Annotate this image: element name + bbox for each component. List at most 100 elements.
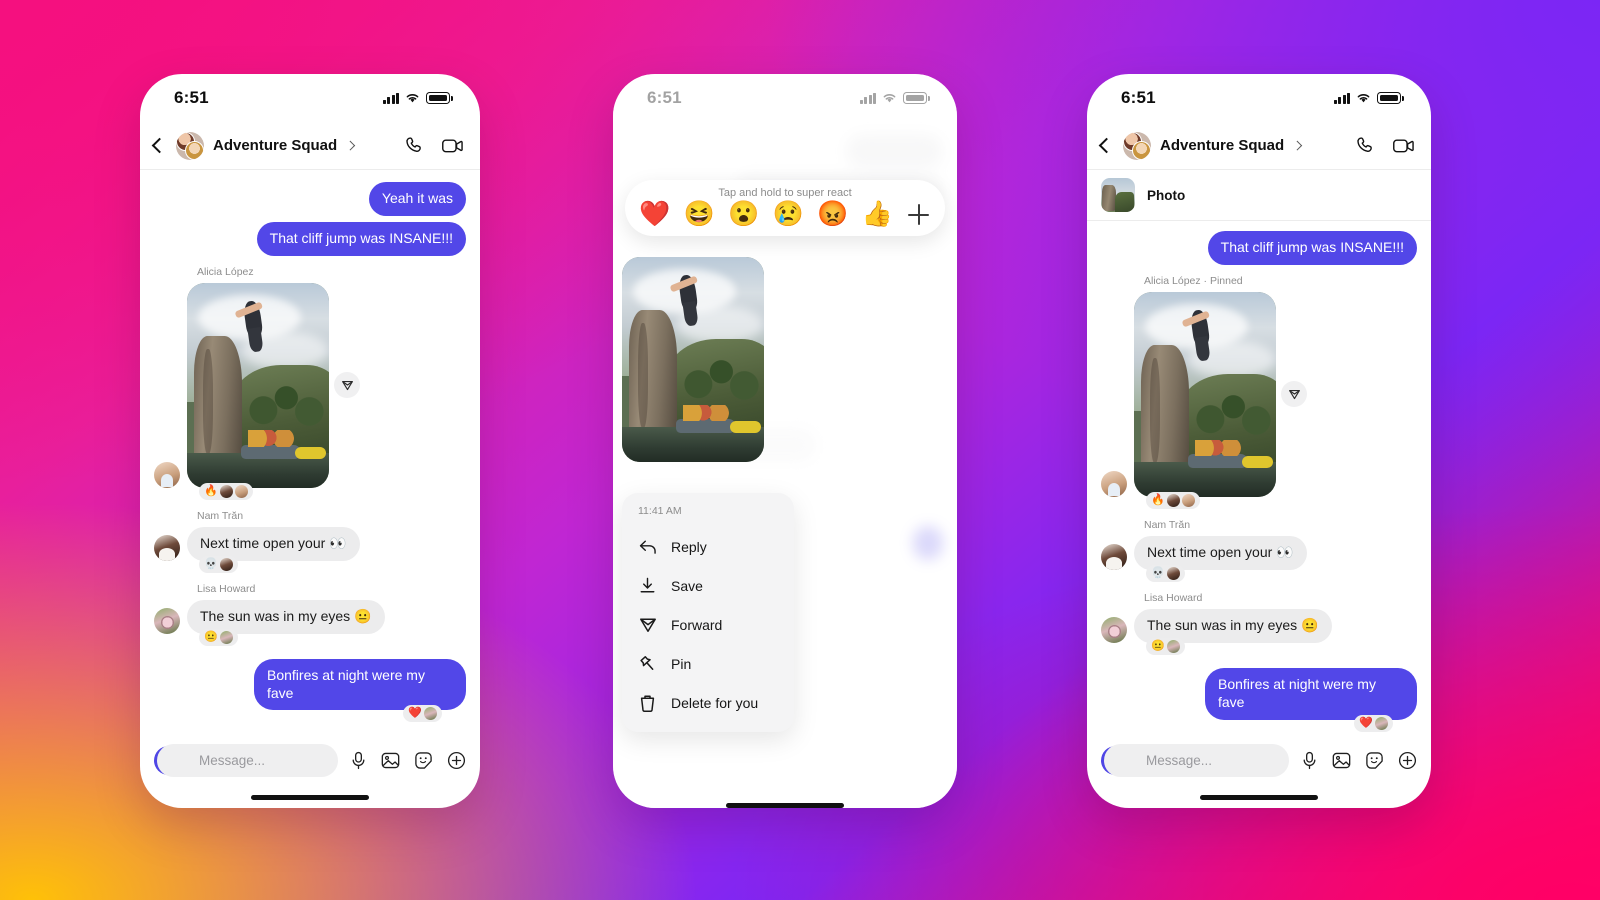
reaction-pill[interactable]: 🔥 xyxy=(1146,491,1200,509)
context-menu-item-reply[interactable]: Reply xyxy=(622,527,794,566)
trash-icon xyxy=(638,693,657,712)
reaction-wow[interactable]: 😮 xyxy=(728,202,759,227)
plus-icon[interactable] xyxy=(447,751,466,770)
microphone-icon[interactable] xyxy=(1301,751,1318,770)
phone-call-icon[interactable] xyxy=(1355,135,1376,156)
reaction-row[interactable]: 💀 xyxy=(1140,564,1417,582)
cliff-jump-photo[interactable] xyxy=(187,282,329,488)
back-button[interactable] xyxy=(151,137,168,154)
avatar[interactable] xyxy=(1101,543,1127,570)
message-input[interactable]: Message... xyxy=(157,743,338,777)
photo-message[interactable] xyxy=(1134,291,1307,497)
phone-call-icon[interactable] xyxy=(404,135,425,156)
plus-icon[interactable] xyxy=(906,202,931,227)
message-thread[interactable]: That cliff jump was INSANE!!! Alicia Lóp… xyxy=(1087,221,1431,734)
phone-mockup-default: 6:51 Adventure Squad Yeah it was That cl… xyxy=(140,74,480,808)
chevron-right-icon[interactable] xyxy=(1292,140,1303,151)
reaction-row[interactable]: 😐 xyxy=(1140,637,1417,655)
message-row-out[interactable]: That cliff jump was INSANE!!! xyxy=(154,221,466,256)
photo-message[interactable] xyxy=(187,282,360,488)
reaction-row[interactable]: 🔥 xyxy=(193,482,466,500)
composer-actions xyxy=(350,751,466,770)
message-row-out[interactable]: Yeah it was xyxy=(154,182,466,216)
plus-icon[interactable] xyxy=(1398,751,1417,770)
microphone-icon[interactable] xyxy=(350,751,367,770)
message-row-in[interactable]: The sun was in my eyes 😐 xyxy=(1101,608,1417,643)
message-composer[interactable]: Message... xyxy=(140,734,480,786)
message-row-photo[interactable] xyxy=(1101,291,1417,497)
reaction-emoji: 💀 xyxy=(1151,566,1165,579)
reaction-pill[interactable]: 💀 xyxy=(199,555,238,573)
reaction-row[interactable]: 💀 xyxy=(193,555,466,573)
context-menu-item-delete[interactable]: Delete for you xyxy=(622,683,794,722)
reaction-angry[interactable]: 😡 xyxy=(817,202,848,227)
battery-icon xyxy=(1377,92,1404,104)
highlighted-photo-message[interactable] xyxy=(622,257,764,462)
avatar[interactable] xyxy=(154,607,180,634)
avatar[interactable] xyxy=(154,461,180,488)
phone-mockup-context-menu: 6:51 Yeah it was That cliff jump was INS… xyxy=(613,74,957,808)
context-menu-item-save[interactable]: Save xyxy=(622,566,794,605)
video-call-icon[interactable] xyxy=(441,135,464,156)
home-indicator xyxy=(140,786,480,808)
screen-context-menu: 6:51 Yeah it was That cliff jump was INS… xyxy=(613,74,957,808)
message-row-in[interactable]: Next time open your 👀 xyxy=(154,526,466,561)
pinned-message-banner[interactable]: Photo xyxy=(1087,170,1431,221)
group-avatar[interactable] xyxy=(1123,131,1151,160)
context-menu[interactable]: 11:41 AM Reply Save Forward Pin Delete f… xyxy=(622,493,794,732)
message-row-photo[interactable] xyxy=(154,282,466,488)
sticker-icon[interactable] xyxy=(1365,751,1384,770)
reaction-row[interactable]: 😐 xyxy=(193,628,466,646)
message-row-out[interactable]: Bonfires at night were my fave xyxy=(1101,667,1417,720)
photo-library-icon[interactable] xyxy=(381,751,400,770)
photo-library-icon[interactable] xyxy=(1332,751,1351,770)
message-row-in[interactable]: The sun was in my eyes 😐 xyxy=(154,599,466,634)
message-row-out[interactable]: That cliff jump was INSANE!!! xyxy=(1101,231,1417,265)
reaction-pill[interactable]: 😐 xyxy=(1146,637,1185,655)
forward-icon[interactable] xyxy=(334,372,360,399)
reaction-sad[interactable]: 😢 xyxy=(773,202,804,227)
message-row-out[interactable]: Bonfires at night were my fave xyxy=(154,658,466,711)
battery-icon xyxy=(426,92,453,104)
reaction-avatar xyxy=(424,707,437,721)
reaction-pill[interactable]: ❤️ xyxy=(403,705,442,723)
message-row-in[interactable]: Next time open your 👀 xyxy=(1101,535,1417,570)
reaction-bar[interactable]: Tap and hold to super react ❤️ 😆 😮 😢 😡 👍 xyxy=(625,180,945,236)
reaction-pill[interactable]: 🔥 xyxy=(199,482,253,500)
message-bubble[interactable]: Yeah it was xyxy=(368,182,466,216)
cliff-jump-photo[interactable] xyxy=(622,257,764,462)
forward-icon[interactable] xyxy=(1281,381,1307,408)
reaction-row[interactable]: ❤️ xyxy=(1101,714,1393,732)
sticker-icon[interactable] xyxy=(414,751,433,770)
back-button[interactable] xyxy=(1098,137,1115,154)
message-composer[interactable]: Message... xyxy=(1087,734,1431,786)
message-input[interactable]: Message... xyxy=(1104,743,1289,777)
cliff-jump-photo[interactable] xyxy=(1134,291,1276,497)
group-avatar[interactable] xyxy=(176,131,204,160)
chevron-right-icon[interactable] xyxy=(345,140,356,151)
message-bubble[interactable]: That cliff jump was INSANE!!! xyxy=(1207,231,1417,265)
video-call-icon[interactable] xyxy=(1392,135,1415,156)
reaction-row[interactable]: 🔥 xyxy=(1140,491,1417,509)
message-bubble[interactable]: Bonfires at night were my fave xyxy=(254,658,466,711)
reaction-pill[interactable]: ❤️ xyxy=(1354,714,1393,732)
reaction-laugh[interactable]: 😆 xyxy=(684,202,715,227)
reaction-pill[interactable]: 💀 xyxy=(1146,564,1185,582)
reaction-thumbsup[interactable]: 👍 xyxy=(862,202,893,227)
reaction-pill[interactable]: 😐 xyxy=(199,628,238,646)
message-bubble[interactable]: That cliff jump was INSANE!!! xyxy=(256,221,466,256)
cellular-signal-icon xyxy=(1333,92,1350,104)
header-actions xyxy=(1355,135,1415,156)
screen-pinned: 6:51 Adventure Squad Photo That cliff ju… xyxy=(1087,74,1431,808)
cellular-signal-icon xyxy=(382,92,399,104)
pinned-photo-thumbnail[interactable] xyxy=(1101,178,1135,212)
message-thread[interactable]: Yeah it was That cliff jump was INSANE!!… xyxy=(140,170,480,734)
reaction-row[interactable]: ❤️ xyxy=(154,705,442,723)
reaction-heart[interactable]: ❤️ xyxy=(639,202,670,227)
avatar[interactable] xyxy=(1101,616,1127,643)
context-menu-item-forward[interactable]: Forward xyxy=(622,605,794,644)
context-menu-item-pin[interactable]: Pin xyxy=(622,644,794,683)
avatar[interactable] xyxy=(1101,470,1127,497)
avatar[interactable] xyxy=(154,534,180,561)
message-bubble[interactable]: Bonfires at night were my fave xyxy=(1205,667,1417,720)
